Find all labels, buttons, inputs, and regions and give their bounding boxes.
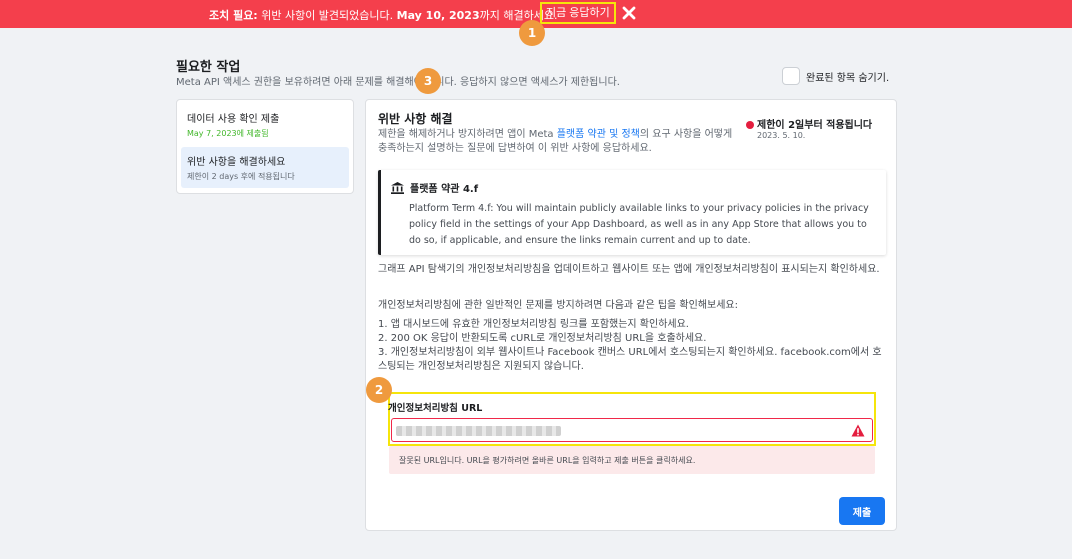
platform-terms-link[interactable]: 플랫폼 약관 및 정책 bbox=[557, 129, 640, 140]
task-item-data-use[interactable]: 데이터 사용 확인 제출 May 7, 2023에 제출됨 bbox=[181, 104, 349, 145]
term-heading: 플랫폼 약관 4.f bbox=[391, 180, 478, 195]
hide-completed-label: 완료된 항목 숨기기. bbox=[806, 72, 890, 84]
step-badge-3: 3 bbox=[415, 68, 441, 94]
banner-prefix: 조치 필요: bbox=[209, 9, 258, 22]
status-date: 2023. 5. 10. bbox=[757, 131, 806, 140]
page-subtitle: Meta API 액세스 권한을 보유하려면 아래 문제를 해결해야 합니다. … bbox=[176, 77, 620, 88]
card-description: 제한을 해제하거나 방지하려면 앱이 Meta 플랫폼 약관 및 정책의 요구 … bbox=[378, 128, 738, 156]
list-item: 1. 앱 대시보드에 유효한 개인정보처리방침 링크를 포함했는지 확인하세요. bbox=[378, 319, 689, 330]
url-field-label: 개인정보처리방침 URL bbox=[388, 403, 483, 414]
submit-button[interactable]: 제출 bbox=[839, 497, 885, 525]
hide-completed-toggle[interactable]: 완료된 항목 숨기기. bbox=[782, 67, 889, 85]
respond-now-button[interactable]: 지금 응답하기 bbox=[540, 2, 616, 24]
desc-text: 제한을 해제하거나 방지하려면 앱이 Meta bbox=[378, 129, 557, 140]
url-error-message: 잘못된 URL입니다. URL을 평가하려면 올바른 URL을 입력하고 제출 … bbox=[389, 446, 875, 474]
banner-date: May 10, 2023 bbox=[396, 9, 480, 22]
warning-icon bbox=[851, 424, 865, 437]
violation-card: 위반 사항 해결 제한을 해제하거나 방지하려면 앱이 Meta 플랫폼 약관 … bbox=[365, 99, 897, 531]
task-status: 제한이 2 days 후에 적용됩니다 bbox=[187, 172, 295, 181]
task-item-violation[interactable]: 위반 사항을 해결하세요 제한이 2 days 후에 적용됩니다 bbox=[181, 147, 349, 188]
instruction-paragraph-2: 개인정보처리방침에 관한 일반적인 문제를 방지하려면 다음과 같은 팁을 확인… bbox=[378, 300, 738, 311]
list-item: 3. 개인정보처리방침이 외부 웹사이트나 Facebook 캔버스 URL에서… bbox=[378, 347, 882, 372]
card-title: 위반 사항 해결 bbox=[378, 112, 453, 126]
banner-message: 조치 필요: 위반 사항이 발견되었습니다. May 10, 2023까지 해결… bbox=[209, 7, 557, 23]
step-badge-2: 2 bbox=[366, 377, 392, 403]
status-dot bbox=[746, 121, 754, 129]
term-heading-text: 플랫폼 약관 4.f bbox=[410, 184, 479, 195]
term-body: Platform Term 4.f: You will maintain pub… bbox=[409, 203, 869, 246]
task-title: 위반 사항을 해결하세요 bbox=[187, 157, 286, 168]
task-list: 데이터 사용 확인 제출 May 7, 2023에 제출됨 위반 사항을 해결하… bbox=[176, 99, 354, 194]
instruction-paragraph-1: 그래프 API 탐색기의 개인정보처리방침을 업데이트하고 웹사이트 또는 앱에… bbox=[378, 264, 880, 275]
privacy-policy-url-input[interactable] bbox=[391, 418, 873, 442]
step-badge-1: 1 bbox=[519, 20, 545, 46]
bank-icon bbox=[391, 181, 404, 194]
close-icon[interactable] bbox=[620, 4, 638, 22]
status-title: 제한이 2일부터 적용됩니다 bbox=[757, 120, 873, 131]
task-title: 데이터 사용 확인 제출 bbox=[187, 114, 280, 125]
hide-completed-checkbox[interactable] bbox=[782, 67, 800, 85]
tips-list: 1. 앱 대시보드에 유효한 개인정보처리방침 링크를 포함했는지 확인하세요.… bbox=[378, 318, 888, 374]
banner-text: 위반 사항이 발견되었습니다. bbox=[257, 9, 397, 22]
platform-term-box: 플랫폼 약관 4.f Platform Term 4.f: You will m… bbox=[378, 170, 886, 255]
redacted-url-value bbox=[396, 426, 561, 436]
list-item: 2. 200 OK 응답이 반환되도록 cURL로 개인정보처리방침 URL을 … bbox=[378, 333, 707, 344]
task-status: May 7, 2023에 제출됨 bbox=[187, 129, 269, 138]
